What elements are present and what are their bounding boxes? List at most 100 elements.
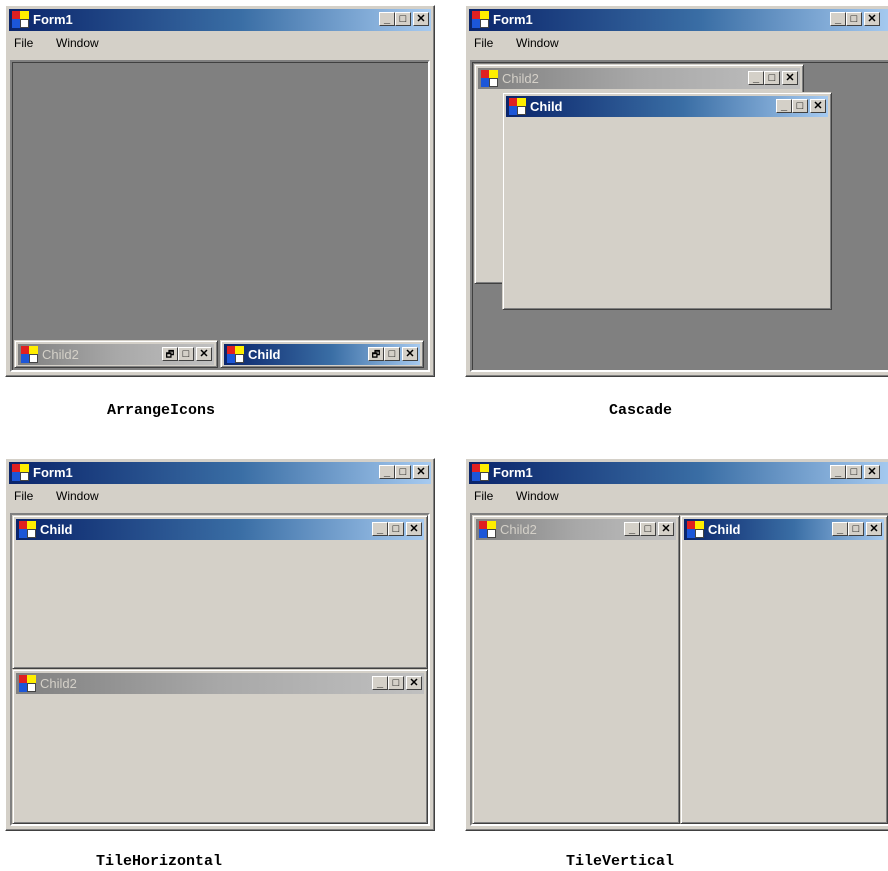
app-icon bbox=[19, 521, 36, 538]
app-icon bbox=[472, 464, 489, 481]
minimize-button[interactable]: _ bbox=[372, 522, 388, 536]
maximize-button[interactable]: □ bbox=[178, 347, 194, 361]
form-window: Form1 _ □ ✕ File Window bbox=[5, 5, 435, 377]
close-button[interactable]: ✕ bbox=[658, 522, 674, 536]
mdi-client-area: Child2 🗗 □ ✕ Child 🗗 □ ✕ bbox=[10, 60, 430, 372]
menu-window[interactable]: Window bbox=[56, 489, 99, 503]
minimize-button[interactable]: _ bbox=[832, 522, 848, 536]
restore-button[interactable]: 🗗 bbox=[162, 347, 178, 361]
close-button[interactable]: ✕ bbox=[196, 347, 212, 361]
menu-window[interactable]: Window bbox=[516, 36, 559, 50]
minimize-button[interactable]: _ bbox=[830, 12, 846, 26]
close-button[interactable]: ✕ bbox=[406, 676, 422, 690]
close-button[interactable]: ✕ bbox=[864, 465, 880, 479]
child-window[interactable]: Child _ □ ✕ bbox=[12, 515, 428, 669]
menubar: File Window bbox=[9, 486, 431, 506]
form-title: Form1 bbox=[33, 12, 73, 27]
app-icon bbox=[227, 346, 244, 363]
maximize-button[interactable]: □ bbox=[792, 99, 808, 113]
close-button[interactable]: ✕ bbox=[402, 347, 418, 361]
child2-title: Child2 bbox=[42, 347, 79, 362]
minimized-child2[interactable]: Child2 🗗 □ ✕ bbox=[14, 340, 218, 368]
form-titlebar[interactable]: Form1 _ □ ✕ bbox=[469, 9, 888, 31]
child2-window[interactable]: Child2 _ □ ✕ bbox=[472, 515, 680, 824]
minimize-button[interactable]: _ bbox=[776, 99, 792, 113]
panel-tile-vertical: Form1 _ □ ✕ File Window Child2 _ □ ✕ Chi… bbox=[465, 458, 888, 831]
menu-file[interactable]: File bbox=[474, 36, 493, 50]
child-titlebar[interactable]: Child _ □ ✕ bbox=[684, 519, 884, 540]
form-titlebar[interactable]: Form1 _ □ ✕ bbox=[469, 462, 888, 484]
minimize-button[interactable]: _ bbox=[379, 465, 395, 479]
form-titlebar[interactable]: Form1 _ □ ✕ bbox=[9, 462, 431, 484]
form-titlebar[interactable]: Form1 _ □ ✕ bbox=[9, 9, 431, 31]
minimize-button[interactable]: _ bbox=[748, 71, 764, 85]
maximize-button[interactable]: □ bbox=[640, 522, 656, 536]
child-window[interactable]: Child _ □ ✕ bbox=[502, 92, 832, 310]
form-window: Form1 _ □ ✕ File Window Child _ □ ✕ Chil… bbox=[5, 458, 435, 831]
app-icon bbox=[12, 11, 29, 28]
child-titlebar[interactable]: Child _ □ ✕ bbox=[16, 519, 424, 540]
app-icon bbox=[687, 521, 704, 538]
menu-file[interactable]: File bbox=[14, 36, 33, 50]
maximize-button[interactable]: □ bbox=[388, 676, 404, 690]
child2-title: Child2 bbox=[500, 522, 537, 537]
child-title: Child bbox=[40, 522, 73, 537]
mdi-client-area: Child2 _ □ ✕ Child _ □ ✕ bbox=[470, 513, 888, 826]
maximize-button[interactable]: □ bbox=[388, 522, 404, 536]
child2-titlebar[interactable]: Child2 🗗 □ ✕ bbox=[18, 344, 214, 365]
menubar: File Window bbox=[469, 33, 888, 53]
maximize-button[interactable]: □ bbox=[384, 347, 400, 361]
maximize-button[interactable]: □ bbox=[395, 12, 411, 26]
menubar: File Window bbox=[9, 33, 431, 53]
child2-title: Child2 bbox=[502, 71, 539, 86]
child-title: Child bbox=[530, 99, 563, 114]
menu-window[interactable]: Window bbox=[516, 489, 559, 503]
maximize-button[interactable]: □ bbox=[395, 465, 411, 479]
mdi-client-area: Child2 _ □ ✕ Child _ □ ✕ bbox=[470, 60, 888, 372]
form-window: Form1 _ □ ✕ File Window bbox=[465, 5, 888, 377]
minimize-button[interactable]: _ bbox=[830, 465, 846, 479]
close-button[interactable]: ✕ bbox=[864, 12, 880, 26]
maximize-button[interactable]: □ bbox=[848, 522, 864, 536]
menubar: File Window bbox=[469, 486, 888, 506]
close-button[interactable]: ✕ bbox=[810, 99, 826, 113]
child2-titlebar[interactable]: Child2 _ □ ✕ bbox=[478, 68, 800, 89]
caption-tile-vertical: TileVertical bbox=[566, 853, 675, 870]
maximize-button[interactable]: □ bbox=[846, 465, 862, 479]
child-window[interactable]: Child _ □ ✕ bbox=[680, 515, 888, 824]
app-icon bbox=[19, 675, 36, 692]
menu-file[interactable]: File bbox=[474, 489, 493, 503]
child2-window[interactable]: Child2 _ □ ✕ bbox=[12, 669, 428, 824]
child2-title: Child2 bbox=[40, 676, 77, 691]
app-icon bbox=[509, 98, 526, 115]
child-titlebar[interactable]: Child 🗗 □ ✕ bbox=[224, 344, 420, 365]
menu-window[interactable]: Window bbox=[56, 36, 99, 50]
close-button[interactable]: ✕ bbox=[413, 12, 429, 26]
close-button[interactable]: ✕ bbox=[406, 522, 422, 536]
mdi-client-area: Child _ □ ✕ Child2 _ □ ✕ bbox=[10, 513, 430, 826]
app-icon bbox=[481, 70, 498, 87]
caption-cascade: Cascade bbox=[609, 402, 673, 419]
caption-arrange-icons: ArrangeIcons bbox=[107, 402, 216, 419]
maximize-button[interactable]: □ bbox=[846, 12, 862, 26]
maximize-button[interactable]: □ bbox=[764, 71, 780, 85]
app-icon bbox=[479, 521, 496, 538]
menu-file[interactable]: File bbox=[14, 489, 33, 503]
close-button[interactable]: ✕ bbox=[866, 522, 882, 536]
child-title: Child bbox=[708, 522, 741, 537]
form-window: Form1 _ □ ✕ File Window Child2 _ □ ✕ Chi… bbox=[465, 458, 888, 831]
child2-titlebar[interactable]: Child2 _ □ ✕ bbox=[476, 519, 676, 540]
minimize-button[interactable]: _ bbox=[624, 522, 640, 536]
minimized-child[interactable]: Child 🗗 □ ✕ bbox=[220, 340, 424, 368]
panel-cascade: Form1 _ □ ✕ File Window Child2 _ □ ✕ Chi… bbox=[465, 5, 888, 377]
minimize-button[interactable]: _ bbox=[379, 12, 395, 26]
close-button[interactable]: ✕ bbox=[413, 465, 429, 479]
child-titlebar[interactable]: Child _ □ ✕ bbox=[506, 96, 828, 117]
form-title: Form1 bbox=[493, 465, 533, 480]
caption-tile-horizontal: TileHorizontal bbox=[96, 853, 223, 870]
close-button[interactable]: ✕ bbox=[782, 71, 798, 85]
restore-button[interactable]: 🗗 bbox=[368, 347, 384, 361]
minimize-button[interactable]: _ bbox=[372, 676, 388, 690]
child2-titlebar[interactable]: Child2 _ □ ✕ bbox=[16, 673, 424, 694]
app-icon bbox=[472, 11, 489, 28]
